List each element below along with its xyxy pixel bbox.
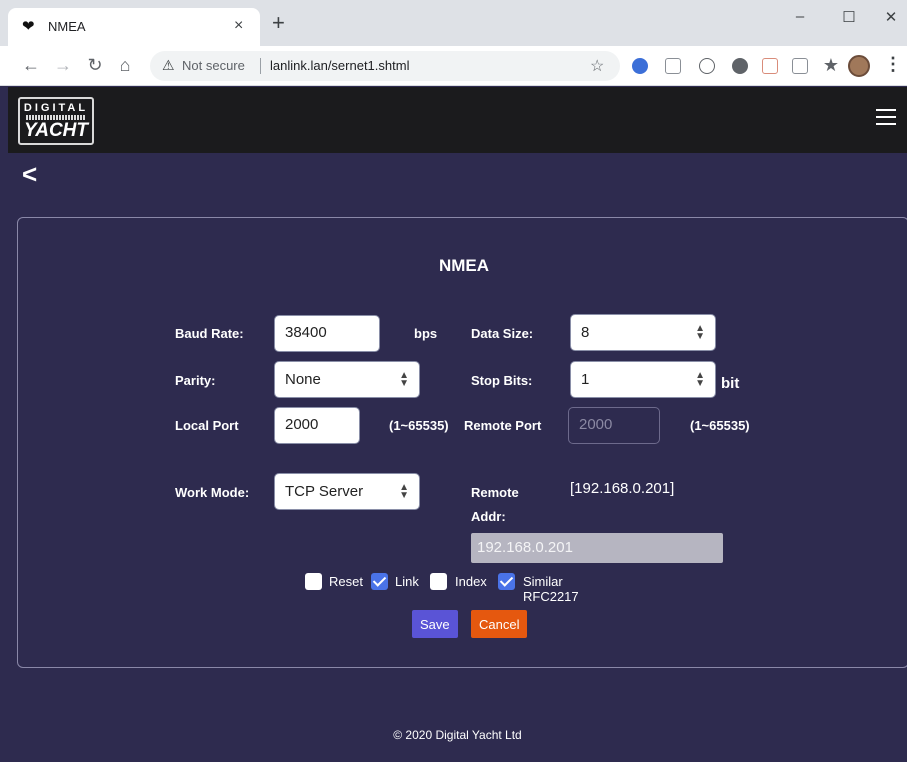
remote-port-input[interactable]: 2000 [568, 407, 660, 444]
browser-menu-icon[interactable]: ⋮ [884, 54, 902, 75]
panel-title: NMEA [438, 256, 490, 275]
stop-bits-select[interactable]: 1 ▲ ▼ [570, 361, 716, 398]
warning-icon[interactable]: ⚠ [162, 57, 175, 74]
logo-top-text: DIGITAL [23, 102, 89, 114]
select-arrows-icon: ▲ ▼ [399, 482, 409, 501]
tab-title: NMEA [48, 19, 86, 34]
stop-bits-label: Stop Bits: [471, 373, 533, 388]
select-arrows-icon: ▲ ▼ [695, 370, 705, 389]
bookmark-star-icon[interactable]: ☆ [590, 56, 604, 76]
reset-label: Reset [329, 574, 363, 589]
new-tab-button[interactable]: + [272, 12, 285, 34]
data-size-value: 8 [581, 324, 590, 341]
work-mode-select[interactable]: TCP Server ▲ ▼ [274, 473, 420, 510]
nmea-settings-panel: NMEA Baud Rate: 38400 bps Data Size: 8 ▲… [17, 217, 907, 668]
browser-toolbar: ← → ↻ ⌂ ⚠ Not secure lanlink.lan/sernet1… [0, 46, 907, 86]
close-window-button[interactable]: ✕ [876, 8, 906, 26]
remote-addr-input[interactable]: 192.168.0.201 [471, 533, 723, 563]
browser-tab[interactable]: ❤ NMEA × [8, 8, 260, 46]
link-checkbox[interactable] [371, 573, 388, 590]
minimize-button[interactable]: – [785, 8, 815, 25]
stop-bits-value: 1 [581, 371, 590, 388]
back-arrow-icon[interactable]: ← [20, 55, 42, 76]
footer-copyright: © 2020 Digital Yacht Ltd [393, 728, 522, 742]
maximize-button[interactable]: ☐ [834, 8, 864, 26]
local-port-label: Local Port [175, 418, 239, 433]
extension-icon[interactable] [732, 58, 748, 74]
hamburger-menu-icon[interactable] [876, 109, 896, 127]
parity-label: Parity: [175, 373, 216, 388]
work-mode-value: TCP Server [285, 483, 364, 500]
link-label: Link [395, 574, 419, 589]
site-header: DIGITAL YACHT [8, 87, 907, 153]
stop-bits-unit: bit [721, 375, 740, 392]
parity-value: None [285, 371, 321, 388]
baud-rate-unit: bps [414, 326, 438, 341]
baud-rate-label: Baud Rate: [175, 326, 244, 341]
parity-select[interactable]: None ▲ ▼ [274, 361, 420, 398]
remote-addr-label: Remote [471, 485, 519, 500]
home-icon[interactable]: ⌂ [114, 55, 136, 76]
rfc2217-label: Similar RFC2217 [523, 574, 579, 604]
data-size-label: Data Size: [471, 326, 534, 341]
extension-icon[interactable] [632, 58, 648, 74]
baud-rate-input[interactable]: 38400 [274, 315, 380, 352]
local-port-range: (1~65535) [389, 418, 449, 433]
not-secure-label: Not secure [182, 58, 245, 73]
remote-addr-display: [192.168.0.201] [570, 480, 675, 497]
heart-icon: ❤ [22, 18, 35, 35]
address-separator [260, 58, 261, 74]
forward-arrow-icon[interactable]: → [52, 55, 74, 76]
browser-tab-bar: ❤ NMEA × + – ☐ ✕ [0, 0, 907, 46]
data-size-select[interactable]: 8 ▲ ▼ [570, 314, 716, 351]
save-button[interactable]: Save [412, 610, 458, 638]
index-checkbox[interactable] [430, 573, 447, 590]
reload-icon[interactable]: ↻ [84, 55, 106, 76]
select-arrows-icon: ▲ ▼ [695, 323, 705, 342]
digital-yacht-logo[interactable]: DIGITAL YACHT [18, 97, 94, 145]
url-text[interactable]: lanlink.lan/sernet1.shtml [270, 58, 409, 73]
index-label: Index [455, 574, 487, 589]
address-bar[interactable]: ⚠ Not secure lanlink.lan/sernet1.shtml ☆ [150, 51, 620, 81]
extension-icon[interactable] [699, 58, 715, 74]
select-arrows-icon: ▲ ▼ [399, 370, 409, 389]
remote-port-range: (1~65535) [690, 418, 750, 433]
extension-icon[interactable] [665, 58, 681, 74]
back-link[interactable]: < [22, 160, 37, 188]
puzzle-extensions-icon[interactable]: ★ [820, 55, 842, 76]
local-port-input[interactable]: 2000 [274, 407, 360, 444]
profile-avatar[interactable] [848, 55, 870, 77]
cancel-button[interactable]: Cancel [471, 610, 528, 638]
extension-icon[interactable] [792, 58, 808, 74]
rfc2217-checkbox[interactable] [498, 573, 515, 590]
extension-icon[interactable] [762, 58, 778, 74]
remote-port-label: Remote Port [464, 418, 542, 433]
work-mode-label: Work Mode: [175, 485, 250, 500]
tab-close-icon[interactable]: × [234, 17, 243, 35]
logo-main-text: YACHT [23, 120, 89, 141]
remote-addr-label-2: Addr: [471, 509, 506, 524]
reset-checkbox[interactable] [305, 573, 322, 590]
